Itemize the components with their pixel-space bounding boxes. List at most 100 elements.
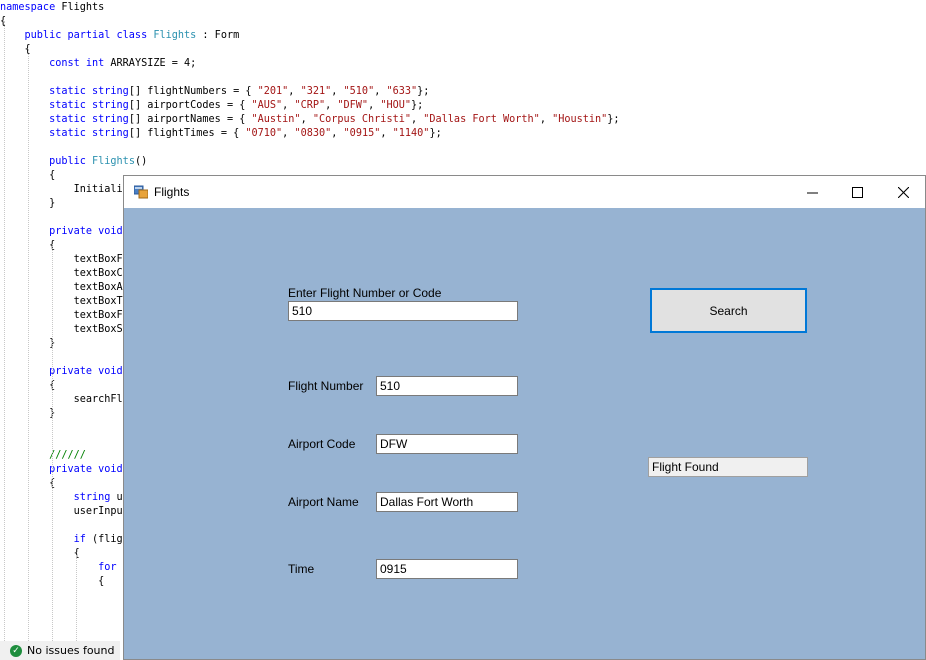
code-token: "AUS" bbox=[251, 100, 283, 111]
status-text: No issues found bbox=[27, 644, 115, 657]
code-token: static string bbox=[0, 86, 129, 97]
code-line: Initializ bbox=[0, 183, 129, 197]
code-token: , bbox=[331, 86, 344, 97]
maximize-button[interactable] bbox=[834, 176, 880, 208]
code-token: }; bbox=[417, 86, 430, 97]
code-line: ////// bbox=[0, 449, 86, 463]
code-line: private void bbox=[0, 463, 123, 477]
code-token: "0710" bbox=[245, 128, 283, 139]
code-token: string bbox=[0, 492, 117, 503]
result-field[interactable]: Flight Found bbox=[648, 457, 808, 477]
code-line: textBoxAi bbox=[0, 281, 129, 295]
code-line: userInput bbox=[0, 505, 129, 519]
airport-name-field[interactable]: Dallas Fort Worth bbox=[376, 492, 518, 512]
close-button[interactable] bbox=[880, 176, 926, 208]
code-line: public Flights() bbox=[0, 155, 147, 169]
flights-window: Flights Enter Flight Number or Code 510 … bbox=[123, 175, 926, 660]
code-token: [] airportCodes = { bbox=[128, 100, 252, 111]
code-token: "510" bbox=[343, 86, 375, 97]
code-line: searchFli bbox=[0, 393, 129, 407]
code-token: "DFW" bbox=[337, 100, 369, 111]
code-line: for ( bbox=[0, 561, 129, 575]
app-icon bbox=[134, 185, 148, 199]
airport-name-label: Airport Name bbox=[288, 495, 359, 509]
time-field[interactable]: 0915 bbox=[376, 559, 518, 579]
code-token: { bbox=[0, 548, 80, 559]
code-token: }; bbox=[411, 100, 424, 111]
code-token: textBoxAi bbox=[0, 282, 129, 293]
code-line: string us bbox=[0, 491, 129, 505]
code-line: textBoxCo bbox=[0, 267, 129, 281]
code-token: , bbox=[368, 100, 381, 111]
flight-number-field[interactable]: 510 bbox=[376, 376, 518, 396]
code-token: static string bbox=[0, 128, 129, 139]
code-token: const int bbox=[0, 58, 111, 69]
code-token: Flights bbox=[92, 156, 135, 167]
airport-code-label: Airport Code bbox=[288, 437, 356, 451]
code-line: i bbox=[0, 589, 129, 603]
code-token: "Houstin" bbox=[552, 114, 608, 125]
code-token: "201" bbox=[257, 86, 289, 97]
code-line: textBoxFl bbox=[0, 309, 129, 323]
close-icon bbox=[897, 186, 909, 198]
code-token: private void bbox=[0, 226, 123, 237]
code-token: "1140" bbox=[392, 128, 430, 139]
code-line: { bbox=[0, 603, 129, 617]
code-token: "CRP" bbox=[294, 100, 326, 111]
minimize-button[interactable] bbox=[789, 176, 835, 208]
form-client-area: Enter Flight Number or Code 510 Search F… bbox=[124, 208, 925, 659]
code-token: "633" bbox=[386, 86, 418, 97]
indent-guide bbox=[4, 21, 5, 641]
title-bar[interactable]: Flights bbox=[124, 176, 925, 208]
code-token: for bbox=[0, 562, 123, 573]
code-line: textBoxFl bbox=[0, 253, 129, 267]
time-label: Time bbox=[288, 562, 315, 576]
code-token: static string bbox=[0, 100, 129, 111]
code-token: private void bbox=[0, 366, 123, 377]
code-token: Flights bbox=[61, 2, 105, 13]
code-token: textBoxSe bbox=[0, 324, 129, 335]
indent-guide bbox=[28, 49, 29, 641]
code-token: "Dallas Fort Worth" bbox=[423, 114, 540, 125]
code-line: public partial class Flights : Form bbox=[0, 29, 240, 43]
code-token: "Corpus Christi" bbox=[312, 114, 411, 125]
code-token: Initializ bbox=[0, 184, 129, 195]
code-token: }; bbox=[429, 128, 442, 139]
code-token: "HOU" bbox=[380, 100, 412, 111]
code-token: , bbox=[380, 128, 393, 139]
code-token: textBoxFl bbox=[0, 310, 129, 321]
code-token: () bbox=[134, 156, 148, 167]
minimize-icon bbox=[806, 192, 818, 193]
code-token: , bbox=[331, 128, 344, 139]
code-token: , bbox=[410, 114, 424, 125]
code-token: , bbox=[282, 100, 295, 111]
code-line: static string[] airportNames = { "Austin… bbox=[0, 113, 620, 127]
code-token: , bbox=[539, 114, 553, 125]
code-line: textBoxTi bbox=[0, 295, 129, 309]
search-button[interactable]: Search bbox=[650, 288, 807, 333]
status-bar[interactable]: ✓ No issues found bbox=[0, 641, 120, 660]
code-token: "Austin" bbox=[251, 114, 301, 125]
code-token: : Form bbox=[196, 30, 240, 41]
code-line: static string[] flightTimes = { "0710", … bbox=[0, 127, 442, 141]
code-token: ////// bbox=[0, 450, 86, 461]
code-token: "0915" bbox=[343, 128, 381, 139]
code-token: i bbox=[0, 590, 129, 601]
search-prompt-label: Enter Flight Number or Code bbox=[288, 286, 442, 300]
code-token: }; bbox=[607, 114, 620, 125]
code-line: if (fligh bbox=[0, 533, 129, 547]
code-token: public bbox=[0, 156, 93, 167]
code-token: private void bbox=[0, 464, 123, 475]
airport-code-field[interactable]: DFW bbox=[376, 434, 518, 454]
code-line: textBoxSe bbox=[0, 323, 129, 337]
code-token: [] flightNumbers = { bbox=[128, 86, 258, 97]
code-token: public partial class bbox=[0, 30, 154, 41]
code-line: static string[] airportCodes = { "AUS", … bbox=[0, 99, 423, 113]
code-token: , bbox=[374, 86, 387, 97]
code-line: private void bbox=[0, 225, 123, 239]
search-input[interactable]: 510 bbox=[288, 301, 518, 321]
code-line: static string[] flightNumbers = { "201",… bbox=[0, 85, 429, 99]
code-token: Flights bbox=[153, 30, 197, 41]
code-token: searchFli bbox=[0, 394, 129, 405]
code-token: { bbox=[0, 604, 129, 615]
